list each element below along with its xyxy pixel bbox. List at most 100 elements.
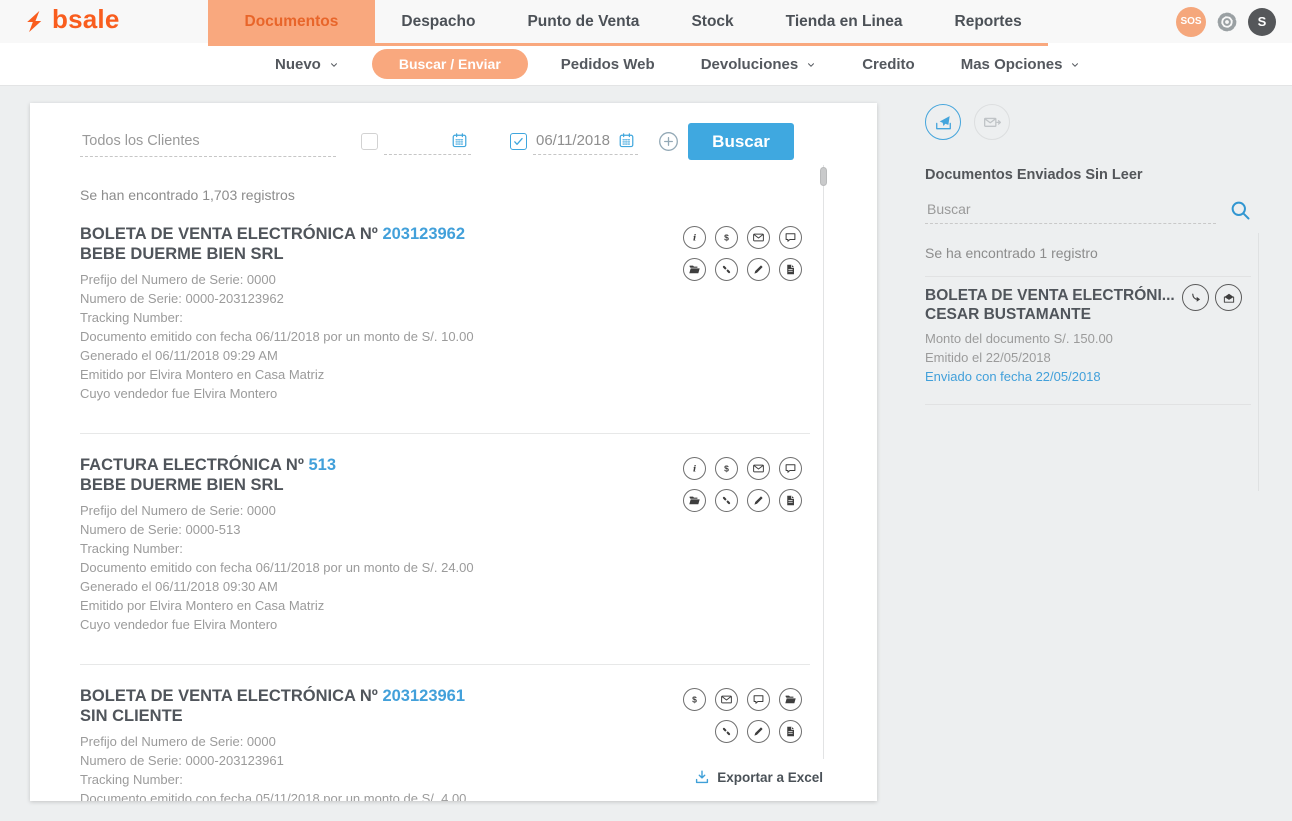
meta-line: Numero de Serie: 0000-513 — [80, 520, 474, 539]
meta-line: Cuyo vendedor fue Elvira Montero — [80, 384, 474, 403]
document-info: BOLETA DE VENTA ELECTRÓNICA Nº 203123962… — [80, 224, 474, 403]
resend-arrow-icon — [1189, 291, 1203, 305]
gear-icon[interactable] — [1215, 10, 1239, 34]
sent-date-link[interactable]: Enviado con fecha 22/05/2018 — [925, 368, 1251, 387]
resend-action[interactable] — [1182, 284, 1209, 311]
subnav-credito[interactable]: Credito — [839, 56, 938, 73]
folder-icon — [688, 263, 701, 276]
meta-line: Documento emitido con fecha 05/11/2018 p… — [80, 789, 466, 801]
forward-mail-tab[interactable] — [974, 104, 1010, 140]
comment-action[interactable] — [779, 226, 802, 249]
folder-icon — [784, 693, 797, 706]
edit-action[interactable] — [747, 720, 770, 743]
pencil-icon — [752, 725, 765, 738]
panel-title: Documentos Enviados Sin Leer — [925, 167, 1251, 183]
sent-documents-tab[interactable] — [925, 104, 961, 140]
panel-search-input[interactable] — [925, 196, 1216, 224]
document-meta: Prefijo del Numero de Serie: 0000 Numero… — [80, 726, 466, 801]
buscar-button[interactable]: Buscar — [688, 123, 794, 160]
subnav-devoluciones[interactable]: Devoluciones — [678, 56, 840, 73]
open-action[interactable] — [683, 258, 706, 281]
edit-action[interactable] — [747, 489, 770, 512]
subnav-mas-opciones[interactable]: Mas Opciones — [938, 56, 1104, 73]
comment-action[interactable] — [779, 457, 802, 480]
panel-scrollbar-track[interactable] — [1258, 233, 1259, 491]
document-number-link[interactable]: 203123962 — [382, 225, 465, 243]
edit-action[interactable] — [747, 258, 770, 281]
nav-stock[interactable]: Stock — [665, 0, 759, 43]
nav-despacho[interactable]: Despacho — [375, 0, 501, 43]
subnav-pedidos-web[interactable]: Pedidos Web — [538, 56, 678, 73]
calendar-icon[interactable] — [451, 132, 468, 149]
meta-line: Tracking Number: — [80, 539, 474, 558]
document-number-link[interactable]: 203123961 — [382, 687, 465, 705]
chevron-down-icon — [1070, 60, 1080, 70]
main-nav: Documentos Despacho Punto de Venta Stock… — [208, 0, 1048, 43]
link-action[interactable] — [715, 720, 738, 743]
date-from-input[interactable] — [387, 132, 445, 149]
comment-action[interactable] — [747, 688, 770, 711]
document-title: FACTURA ELECTRÓNICA Nº 513 — [80, 455, 474, 475]
meta-line: Emitido por Elvira Montero en Casa Matri… — [80, 596, 474, 615]
search-icon[interactable] — [1230, 200, 1251, 221]
email-action[interactable] — [715, 688, 738, 711]
user-avatar[interactable]: S — [1248, 8, 1276, 36]
document-title: BOLETA DE VENTA ELECTRÓNICA Nº 203123961 — [80, 686, 466, 706]
subnav-label: Mas Opciones — [961, 56, 1063, 73]
bsale-bolt-icon — [20, 9, 45, 34]
add-filter-icon[interactable] — [658, 131, 679, 152]
document-number-link[interactable]: 513 — [308, 456, 336, 474]
svg-text:i: i — [693, 464, 696, 474]
subnav-nuevo[interactable]: Nuevo — [252, 56, 362, 73]
subnav-buscar-enviar[interactable]: Buscar / Enviar — [372, 49, 528, 79]
list-scrollbar-track[interactable] — [823, 165, 824, 759]
sos-button[interactable]: SOS — [1176, 7, 1206, 37]
document-client: SIN CLIENTE — [80, 706, 466, 726]
document-action[interactable] — [779, 258, 802, 281]
mark-read-action[interactable] — [1215, 284, 1242, 311]
email-action[interactable] — [747, 457, 770, 480]
bsale-logo[interactable]: bsale — [0, 0, 120, 43]
meta-line: Emitido por Elvira Montero en Casa Matri… — [80, 365, 474, 384]
document-client: BEBE DUERME BIEN SRL — [80, 244, 474, 264]
nav-reportes[interactable]: Reportes — [929, 0, 1048, 43]
svg-text:$: $ — [724, 233, 729, 243]
info-action[interactable]: i — [683, 226, 706, 249]
payment-action[interactable]: $ — [683, 688, 706, 711]
link-action[interactable] — [715, 489, 738, 512]
dollar-icon: $ — [688, 693, 701, 706]
svg-text:i: i — [693, 233, 696, 243]
document-action[interactable] — [779, 489, 802, 512]
payment-action[interactable]: $ — [715, 457, 738, 480]
document-list: BOLETA DE VENTA ELECTRÓNICA Nº 203123962… — [80, 203, 810, 801]
date-to-checkbox[interactable] — [510, 133, 527, 150]
date-to-input[interactable] — [536, 132, 612, 149]
export-excel-button[interactable]: Exportar a Excel — [694, 769, 823, 785]
calendar-icon[interactable] — [618, 132, 635, 149]
nav-documentos[interactable]: Documentos — [208, 0, 376, 43]
email-action[interactable] — [747, 226, 770, 249]
check-icon — [512, 135, 525, 148]
meta-line: Numero de Serie: 0000-203123961 — [80, 751, 466, 770]
link-action[interactable] — [715, 258, 738, 281]
info-icon: i — [688, 462, 701, 475]
document-action[interactable] — [779, 720, 802, 743]
documents-card: Buscar Se han encontrado 1,703 registros… — [30, 103, 877, 801]
sub-nav: Nuevo Buscar / Enviar Pedidos Web Devolu… — [0, 43, 1292, 86]
open-action[interactable] — [779, 688, 802, 711]
list-scrollbar-thumb[interactable] — [820, 167, 827, 186]
logo-text: bsale — [52, 4, 120, 35]
link-icon — [720, 263, 733, 276]
info-action[interactable]: i — [683, 457, 706, 480]
dollar-icon: $ — [720, 462, 733, 475]
payment-action[interactable]: $ — [715, 226, 738, 249]
comment-icon — [784, 231, 797, 244]
client-filter-input[interactable] — [80, 127, 336, 157]
nav-punto-de-venta[interactable]: Punto de Venta — [501, 0, 665, 43]
results-count: Se han encontrado 1,703 registros — [80, 187, 877, 203]
nav-tienda-en-linea[interactable]: Tienda en Linea — [760, 0, 929, 43]
open-action[interactable] — [683, 489, 706, 512]
date-from-checkbox[interactable] — [361, 133, 378, 150]
meta-line: Tracking Number: — [80, 308, 474, 327]
svg-text:$: $ — [692, 695, 697, 705]
